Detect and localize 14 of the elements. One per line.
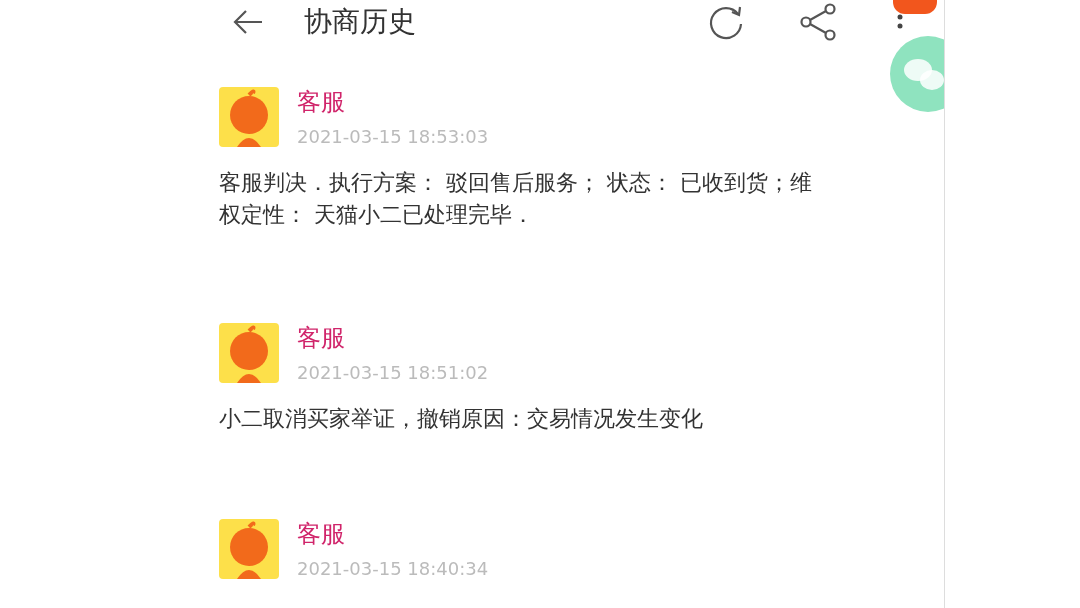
timestamp: 2021-03-15 18:53:03 bbox=[297, 125, 489, 149]
avatar bbox=[219, 87, 279, 147]
sender-name: 客服 bbox=[297, 519, 346, 549]
back-icon[interactable] bbox=[232, 8, 264, 36]
page-title: 协商历史 bbox=[304, 4, 416, 40]
message-text: 客服判决．执行方案： 驳回售后服务； 状态： 已收到货；维权定性： 天猫小二已处理完毕． bbox=[219, 169, 813, 229]
sender-name: 客服 bbox=[297, 323, 346, 353]
share-icon[interactable] bbox=[798, 2, 838, 42]
message-text: 小二取消买家举证，撤销原因：交易情况发生变化 bbox=[219, 405, 704, 433]
avatar bbox=[219, 323, 279, 383]
timestamp: 2021-03-15 18:40:34 bbox=[297, 557, 489, 581]
timestamp: 2021-03-15 18:51:02 bbox=[297, 361, 489, 385]
sender-name: 客服 bbox=[297, 87, 346, 117]
avatar bbox=[219, 519, 279, 579]
